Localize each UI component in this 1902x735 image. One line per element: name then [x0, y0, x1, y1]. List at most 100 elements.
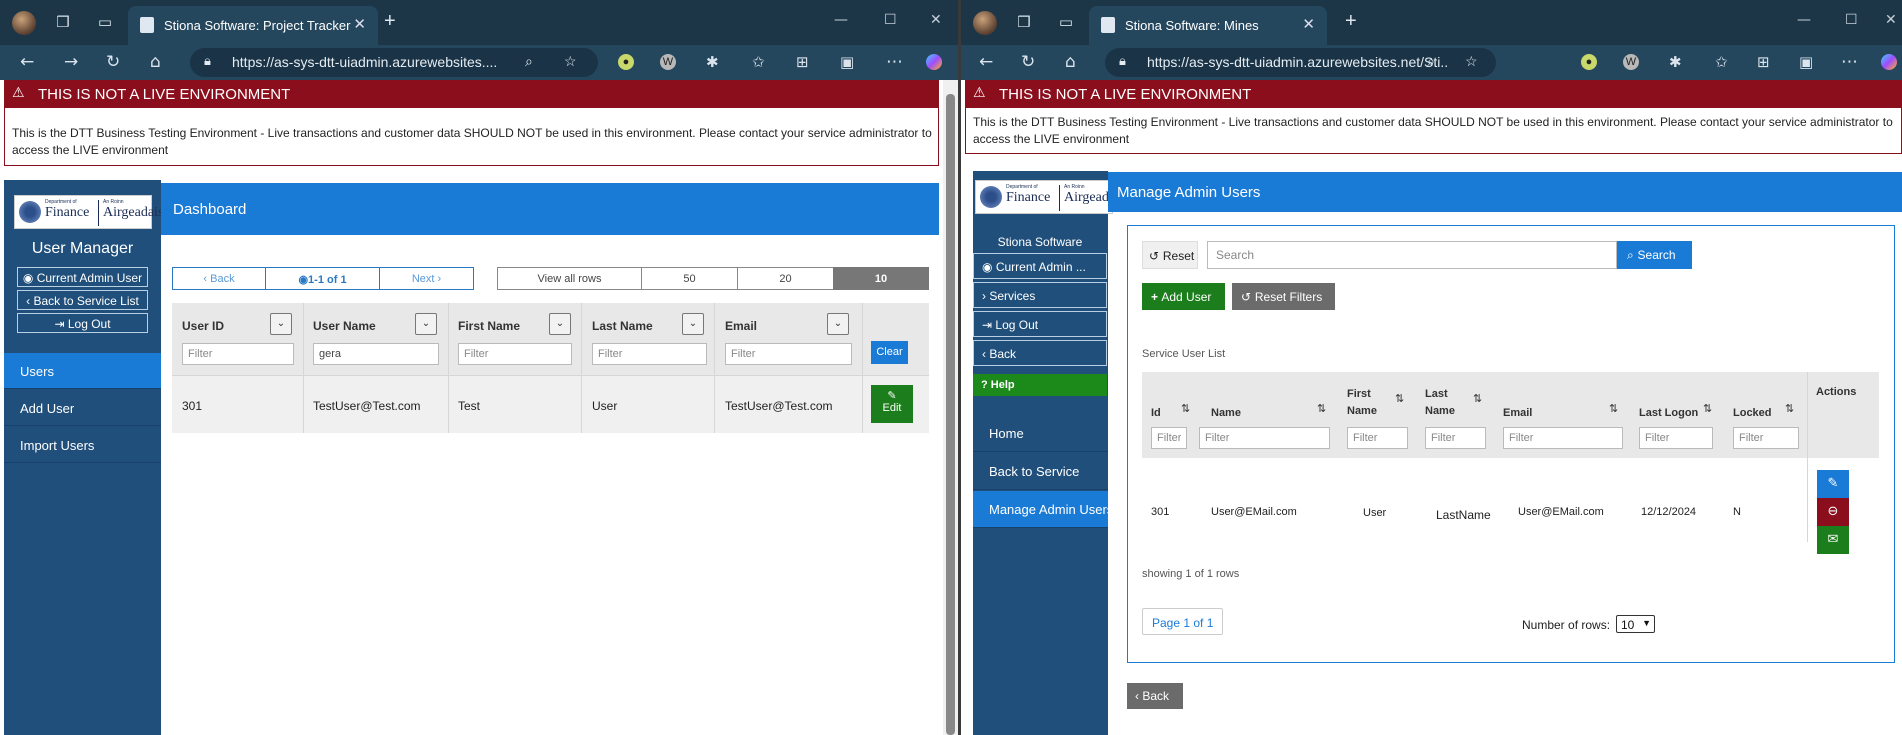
tab-actions-icon[interactable]: ▭	[96, 13, 114, 31]
page-scrollbar[interactable]	[943, 80, 958, 735]
column-menu-chevron-icon[interactable]: ⌄	[682, 313, 704, 335]
nav-item-back-to-service[interactable]: Back to Service	[973, 453, 1108, 490]
filter-last-name-input[interactable]	[1425, 427, 1486, 449]
rows-10-button[interactable]: 10	[833, 267, 929, 290]
services-button[interactable]: › Services	[973, 282, 1107, 308]
page-indicator[interactable]: Page 1 of 1	[1142, 608, 1223, 635]
nav-item-add-user[interactable]: Add User	[4, 390, 161, 426]
extension-icon[interactable]: ●	[1581, 54, 1597, 70]
filter-locked-input[interactable]	[1733, 427, 1799, 449]
back-button[interactable]: ‹ Back	[1127, 683, 1183, 709]
home-icon[interactable]: ⌂	[1065, 52, 1076, 72]
nav-item-import-users[interactable]: Import Users	[4, 427, 161, 463]
nav-item-home[interactable]: Home	[973, 415, 1108, 452]
edit-button[interactable]: ✎ Edit	[871, 385, 913, 423]
zoom-icon[interactable]: ⌕	[1427, 53, 1435, 70]
new-tab-icon[interactable]: +	[384, 11, 396, 31]
filter-id-input[interactable]	[1151, 427, 1187, 449]
zoom-icon[interactable]: ⌕	[525, 53, 533, 70]
filter-email-input[interactable]	[725, 343, 852, 365]
favorites-icon[interactable]: ✩	[752, 52, 765, 72]
favorite-star-icon[interactable]: ☆	[1465, 53, 1478, 70]
back-button[interactable]: ‹ Back	[973, 340, 1107, 366]
sort-icon[interactable]: ⇅	[1317, 402, 1326, 415]
lock-icon[interactable]: 🔒︎	[204, 53, 211, 69]
filter-email-input[interactable]	[1503, 427, 1623, 449]
add-user-button[interactable]: + Add User	[1142, 283, 1225, 310]
column-menu-chevron-icon[interactable]: ⌄	[415, 313, 437, 335]
search-input[interactable]	[1207, 241, 1617, 269]
pager-back-button[interactable]: ‹ Back	[172, 267, 266, 290]
browser-essentials-icon[interactable]: ▣	[1799, 52, 1813, 72]
maximize-icon[interactable]: ☐	[1845, 12, 1858, 28]
current-admin-user-button[interactable]: ◉ Current Admin User	[17, 267, 148, 287]
w-extension-icon[interactable]: W	[660, 54, 676, 70]
back-arrow-icon[interactable]: ←	[979, 52, 993, 72]
new-tab-icon[interactable]: +	[1345, 11, 1357, 31]
filter-last-logon-input[interactable]	[1639, 427, 1713, 449]
minimize-icon[interactable]: —	[1797, 12, 1811, 28]
refresh-icon[interactable]: ↻	[1021, 52, 1035, 72]
close-window-icon[interactable]: ✕	[1885, 12, 1897, 28]
copilot-icon[interactable]	[1881, 54, 1897, 70]
clear-button[interactable]: Clear	[871, 341, 908, 364]
address-bar[interactable]: 🔒︎ https://as-sys-dtt-uiadmin.azurewebsi…	[1105, 48, 1496, 77]
sort-icon[interactable]: ⇅	[1785, 402, 1794, 415]
rows-50-button[interactable]: 50	[641, 267, 738, 290]
close-window-icon[interactable]: ✕	[930, 12, 942, 28]
filter-first-name-input[interactable]	[458, 343, 572, 365]
workspaces-icon[interactable]: ❒	[1015, 13, 1033, 31]
close-tab-icon[interactable]: ✕	[353, 15, 366, 33]
scrollbar-thumb[interactable]	[946, 94, 955, 735]
lock-icon[interactable]: 🔒︎	[1119, 53, 1126, 69]
column-menu-chevron-icon[interactable]: ⌄	[270, 313, 292, 335]
extension-icon[interactable]: ●	[618, 54, 634, 70]
refresh-icon[interactable]: ↻	[106, 52, 120, 72]
log-out-button[interactable]: ⇥ Log Out	[17, 313, 148, 333]
view-all-rows-button[interactable]: View all rows	[497, 267, 642, 290]
filter-user-name-input[interactable]	[313, 343, 439, 365]
reset-button[interactable]: ↺ Reset	[1142, 241, 1198, 269]
sort-icon[interactable]: ⇅	[1395, 392, 1404, 405]
favorites-icon[interactable]: ✩	[1715, 52, 1728, 72]
help-button[interactable]: ? Help	[973, 374, 1107, 396]
collections-icon[interactable]: ⊞	[1757, 52, 1770, 72]
minimize-icon[interactable]: —	[834, 12, 848, 28]
collections-icon[interactable]: ⊞	[796, 52, 809, 72]
tab-actions-icon[interactable]: ▭	[1057, 13, 1075, 31]
filter-first-name-input[interactable]	[1347, 427, 1408, 449]
tab-project-tracker[interactable]: Stiona Software: Project Tracker ✕	[128, 6, 378, 45]
back-arrow-icon[interactable]: ←	[20, 52, 34, 72]
extensions-puzzle-icon[interactable]: ✱	[706, 52, 719, 72]
rows-20-button[interactable]: 20	[737, 267, 834, 290]
settings-menu-icon[interactable]: ⋯	[886, 52, 903, 72]
tab-mines[interactable]: Stiona Software: Mines ✕	[1089, 6, 1327, 45]
workspaces-icon[interactable]: ❒	[54, 13, 72, 31]
maximize-icon[interactable]: ☐	[884, 12, 897, 28]
filter-name-input[interactable]	[1199, 427, 1330, 449]
search-button[interactable]: ⌕ Search	[1617, 241, 1692, 269]
browser-essentials-icon[interactable]: ▣	[840, 52, 854, 72]
filter-last-name-input[interactable]	[592, 343, 707, 365]
reset-filters-button[interactable]: ↺ Reset Filters	[1232, 283, 1335, 310]
column-menu-chevron-icon[interactable]: ⌄	[827, 313, 849, 335]
forward-arrow-icon[interactable]: →	[64, 52, 78, 72]
nav-item-manage-admin-users[interactable]: Manage Admin Users	[973, 491, 1113, 528]
filter-user-id-input[interactable]	[182, 343, 294, 365]
favorite-star-icon[interactable]: ☆	[564, 53, 577, 70]
table-row[interactable]	[1142, 458, 1879, 542]
address-bar[interactable]: 🔒︎ https://as-sys-dtt-uiadmin.azurewebsi…	[190, 48, 598, 77]
extensions-puzzle-icon[interactable]: ✱	[1669, 52, 1682, 72]
settings-menu-icon[interactable]: ⋯	[1841, 52, 1858, 72]
column-menu-chevron-icon[interactable]: ⌄	[549, 313, 571, 335]
profile-avatar[interactable]	[973, 11, 997, 35]
current-admin-button[interactable]: ◉ Current Admin ...	[973, 253, 1107, 279]
sort-icon[interactable]: ⇅	[1473, 392, 1482, 405]
sort-icon[interactable]: ⇅	[1703, 402, 1712, 415]
sort-icon[interactable]: ⇅	[1609, 402, 1618, 415]
close-tab-icon[interactable]: ✕	[1302, 15, 1315, 33]
log-out-button[interactable]: ⇥ Log Out	[973, 311, 1107, 337]
remove-user-icon[interactable]: ⊖	[1817, 498, 1849, 526]
profile-avatar[interactable]	[12, 11, 36, 35]
pager-next-button[interactable]: Next ›	[379, 267, 474, 290]
